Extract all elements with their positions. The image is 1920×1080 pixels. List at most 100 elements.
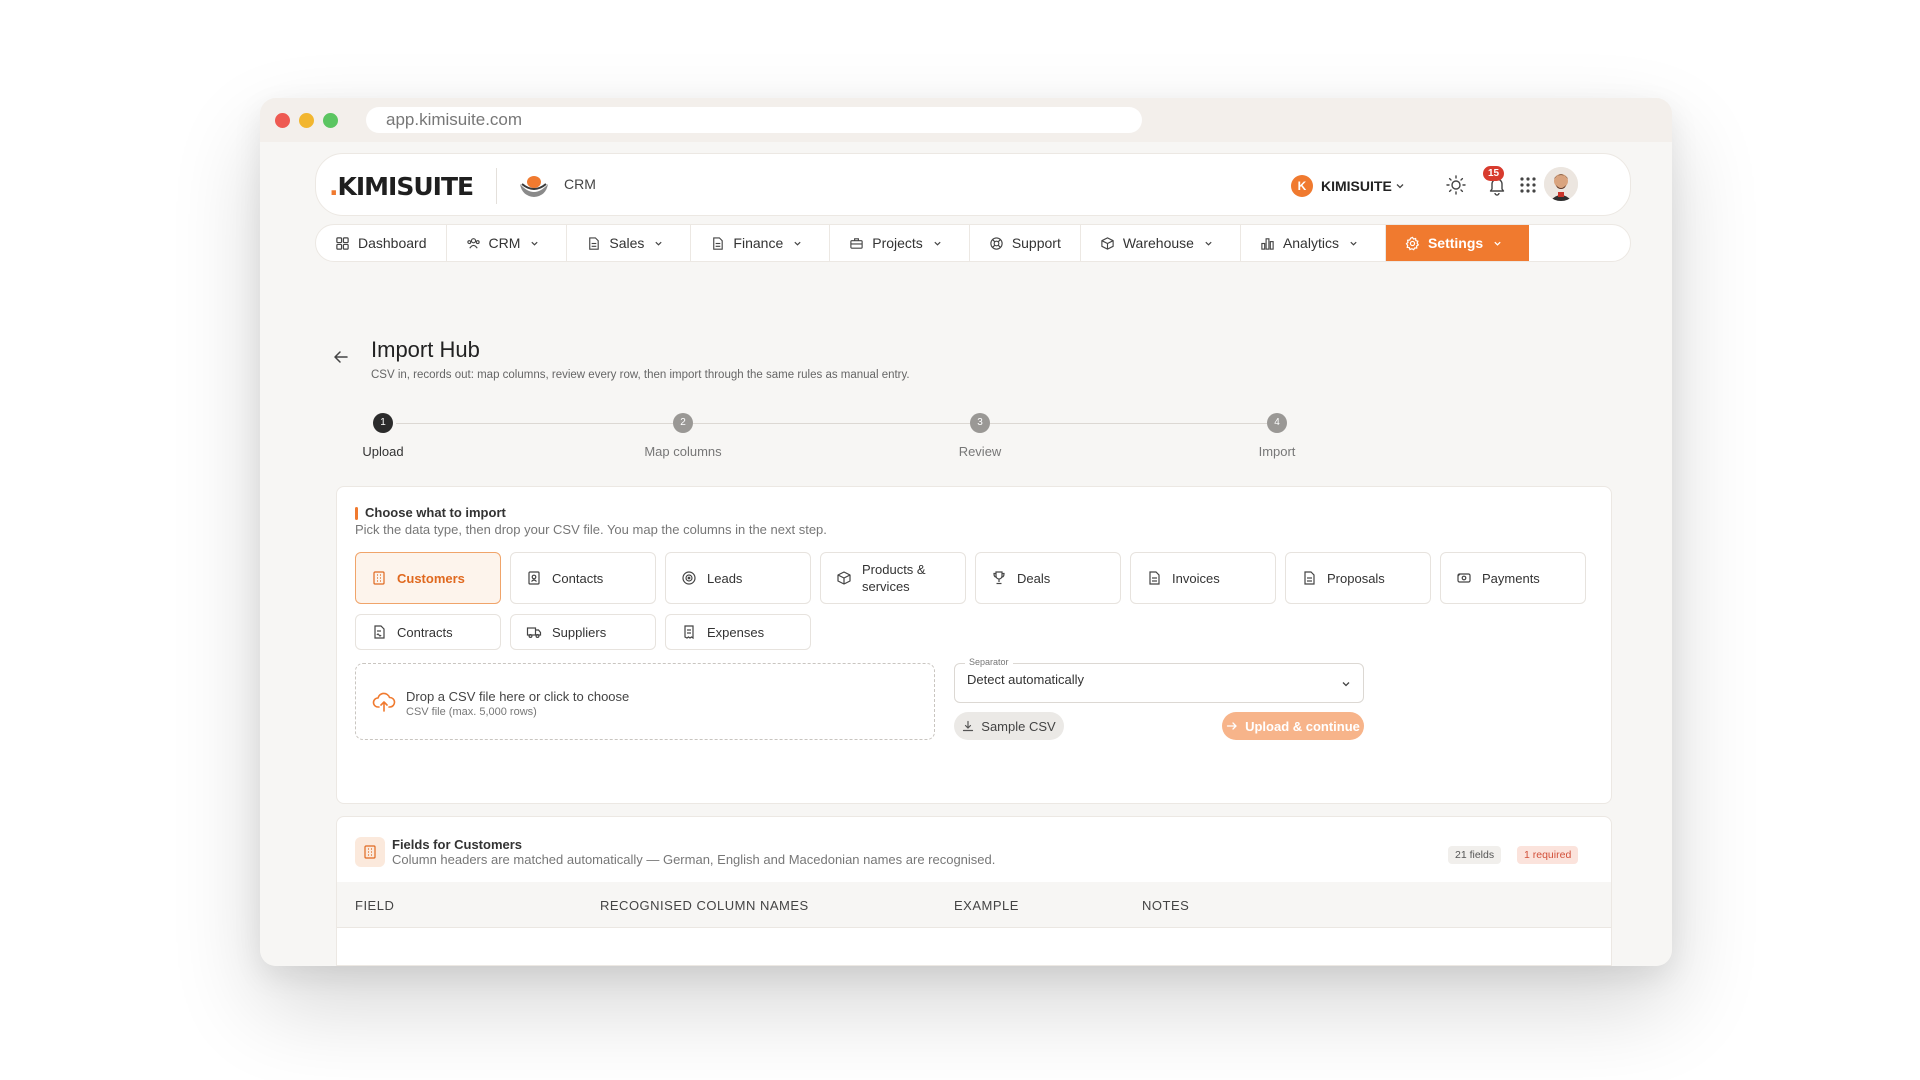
column-header-notes[interactable]: NOTES — [1142, 898, 1189, 913]
fields-count-badge: 21 fields — [1448, 846, 1502, 864]
chevron-down-icon — [934, 241, 941, 246]
theme-sun-icon[interactable] — [1445, 174, 1467, 196]
step-connector — [693, 423, 970, 424]
nav-warehouse[interactable]: Warehouse — [1081, 225, 1241, 261]
type-label: Customers — [397, 570, 465, 586]
apps-grid-icon[interactable] — [1517, 174, 1539, 196]
column-header-field[interactable]: FIELD — [355, 898, 394, 913]
button-label: Sample CSV — [981, 718, 1056, 734]
browser-window: app.kimisuite.com .KIMISUITE CRM K KIMIS… — [260, 98, 1672, 966]
separator-value: Detect automatically — [967, 672, 1085, 687]
button-label: Upload & continue — [1245, 718, 1360, 734]
column-header-example[interactable]: EXAMPLE — [954, 898, 1019, 913]
chevron-down-icon — [794, 241, 801, 246]
nav-crm[interactable]: CRM — [447, 225, 568, 261]
minimize-window-button[interactable] — [299, 113, 314, 128]
upload-continue-button[interactable]: Upload & continue — [1222, 712, 1364, 740]
organization-switcher[interactable]: K KIMISUITE — [1291, 174, 1405, 198]
nav-label: Analytics — [1282, 235, 1339, 251]
separator-select[interactable]: Separator Detect automatically — [954, 657, 1364, 703]
step-3-label: Review — [958, 444, 1002, 459]
type-invoices[interactable]: Invoices — [1130, 552, 1276, 604]
chevron-down-icon — [655, 241, 663, 246]
nav-sales[interactable]: Sales — [567, 225, 692, 261]
fields-description: Column headers are matched automatically… — [392, 852, 996, 867]
type-leads[interactable]: Leads — [665, 552, 811, 604]
chevron-down-icon — [531, 241, 539, 246]
section-accent-bar — [355, 507, 358, 520]
separator-label: Separator — [965, 657, 1013, 667]
nav-dashboard[interactable]: Dashboard — [316, 225, 447, 261]
building-icon — [373, 571, 385, 585]
back-arrow-icon[interactable] — [332, 348, 350, 366]
sample-csv-button[interactable]: Sample CSV — [954, 712, 1064, 740]
type-products-services[interactable]: Products & services — [820, 552, 966, 604]
type-label: Contracts — [397, 624, 453, 640]
bar-chart-icon — [1261, 237, 1274, 250]
step-3-circle: 3 — [970, 413, 990, 433]
nav-label: Dashboard — [358, 235, 427, 251]
nav-settings[interactable]: Settings — [1385, 225, 1530, 261]
invoice-icon — [1149, 571, 1160, 585]
type-label: Leads — [707, 570, 743, 586]
arrow-right-icon — [1226, 722, 1237, 730]
fields-title: Fields for Customers — [392, 837, 523, 852]
type-payments[interactable]: Payments — [1440, 552, 1586, 604]
import-stepper: 1 2 3 4 Upload Map columns Review Import — [260, 413, 1672, 473]
type-contracts[interactable]: Contracts — [355, 614, 501, 650]
user-avatar[interactable] — [1544, 167, 1578, 201]
csv-dropzone[interactable]: Drop a CSV file here or click to choose … — [355, 663, 935, 740]
box-icon — [1101, 236, 1114, 250]
building-icon — [364, 845, 376, 859]
document-icon — [713, 236, 724, 250]
nav-label: Warehouse — [1122, 235, 1194, 251]
contact-card-icon — [528, 571, 540, 585]
step-1-label: Upload — [362, 444, 404, 459]
nav-analytics[interactable]: Analytics — [1241, 225, 1386, 261]
chevron-down-icon — [1350, 241, 1357, 246]
app-label: CRM — [564, 176, 596, 192]
kimisuite-logo[interactable]: .KIMISUITE — [329, 172, 475, 201]
nav-label: Sales — [609, 235, 645, 251]
org-name: KIMISUITE — [1321, 178, 1392, 194]
type-deals[interactable]: Deals — [975, 552, 1121, 604]
logo-text: KIMISUITE — [337, 172, 475, 201]
page-title: Import Hub — [371, 337, 480, 362]
nav-finance[interactable]: Finance — [691, 225, 831, 261]
nav-label: Finance — [733, 235, 784, 251]
app-page: .KIMISUITE CRM K KIMISUITE 15 Dashboard … — [260, 142, 1672, 966]
proposal-icon — [1304, 571, 1315, 585]
dashboard-icon — [336, 236, 349, 250]
step-2-circle: 2 — [673, 413, 693, 433]
type-label: Contacts — [552, 570, 604, 586]
type-customers[interactable]: Customers — [355, 552, 501, 604]
type-label: Suppliers — [552, 624, 607, 640]
type-label: Proposals — [1327, 570, 1385, 586]
type-proposals[interactable]: Proposals — [1285, 552, 1431, 604]
notification-count-badge: 15 — [1483, 166, 1504, 181]
type-expenses[interactable]: Expenses — [665, 614, 811, 650]
column-header-recognised-names[interactable]: RECOGNISED COLUMN NAMES — [600, 898, 809, 913]
close-window-button[interactable] — [275, 113, 290, 128]
lifebuoy-icon — [990, 236, 1003, 250]
fields-card: Fields for Customers Column headers are … — [336, 816, 1612, 966]
dropzone-title: Drop a CSV file here or click to choose — [406, 689, 630, 704]
briefcase-icon — [850, 237, 863, 249]
type-contacts[interactable]: Contacts — [510, 552, 656, 604]
maximize-window-button[interactable] — [323, 113, 338, 128]
nav-label: Projects — [872, 235, 923, 251]
crm-app-icon[interactable] — [516, 170, 552, 202]
type-suppliers[interactable]: Suppliers — [510, 614, 656, 650]
address-bar[interactable]: app.kimisuite.com — [366, 107, 1142, 133]
type-label: Products & services — [862, 562, 926, 594]
dropzone-subtitle: CSV file (max. 5,000 rows) — [406, 706, 537, 718]
gear-icon — [1405, 236, 1420, 250]
chevron-down-icon — [1205, 241, 1212, 246]
download-icon — [963, 720, 974, 732]
chevron-down-icon — [1396, 184, 1404, 189]
fields-table-header: FIELD RECOGNISED COLUMN NAMES EXAMPLE NO… — [337, 882, 1611, 928]
user-avatar-icon — [1544, 167, 1578, 201]
truck-icon — [526, 627, 542, 639]
nav-projects[interactable]: Projects — [830, 225, 970, 261]
nav-support[interactable]: Support — [970, 225, 1081, 261]
